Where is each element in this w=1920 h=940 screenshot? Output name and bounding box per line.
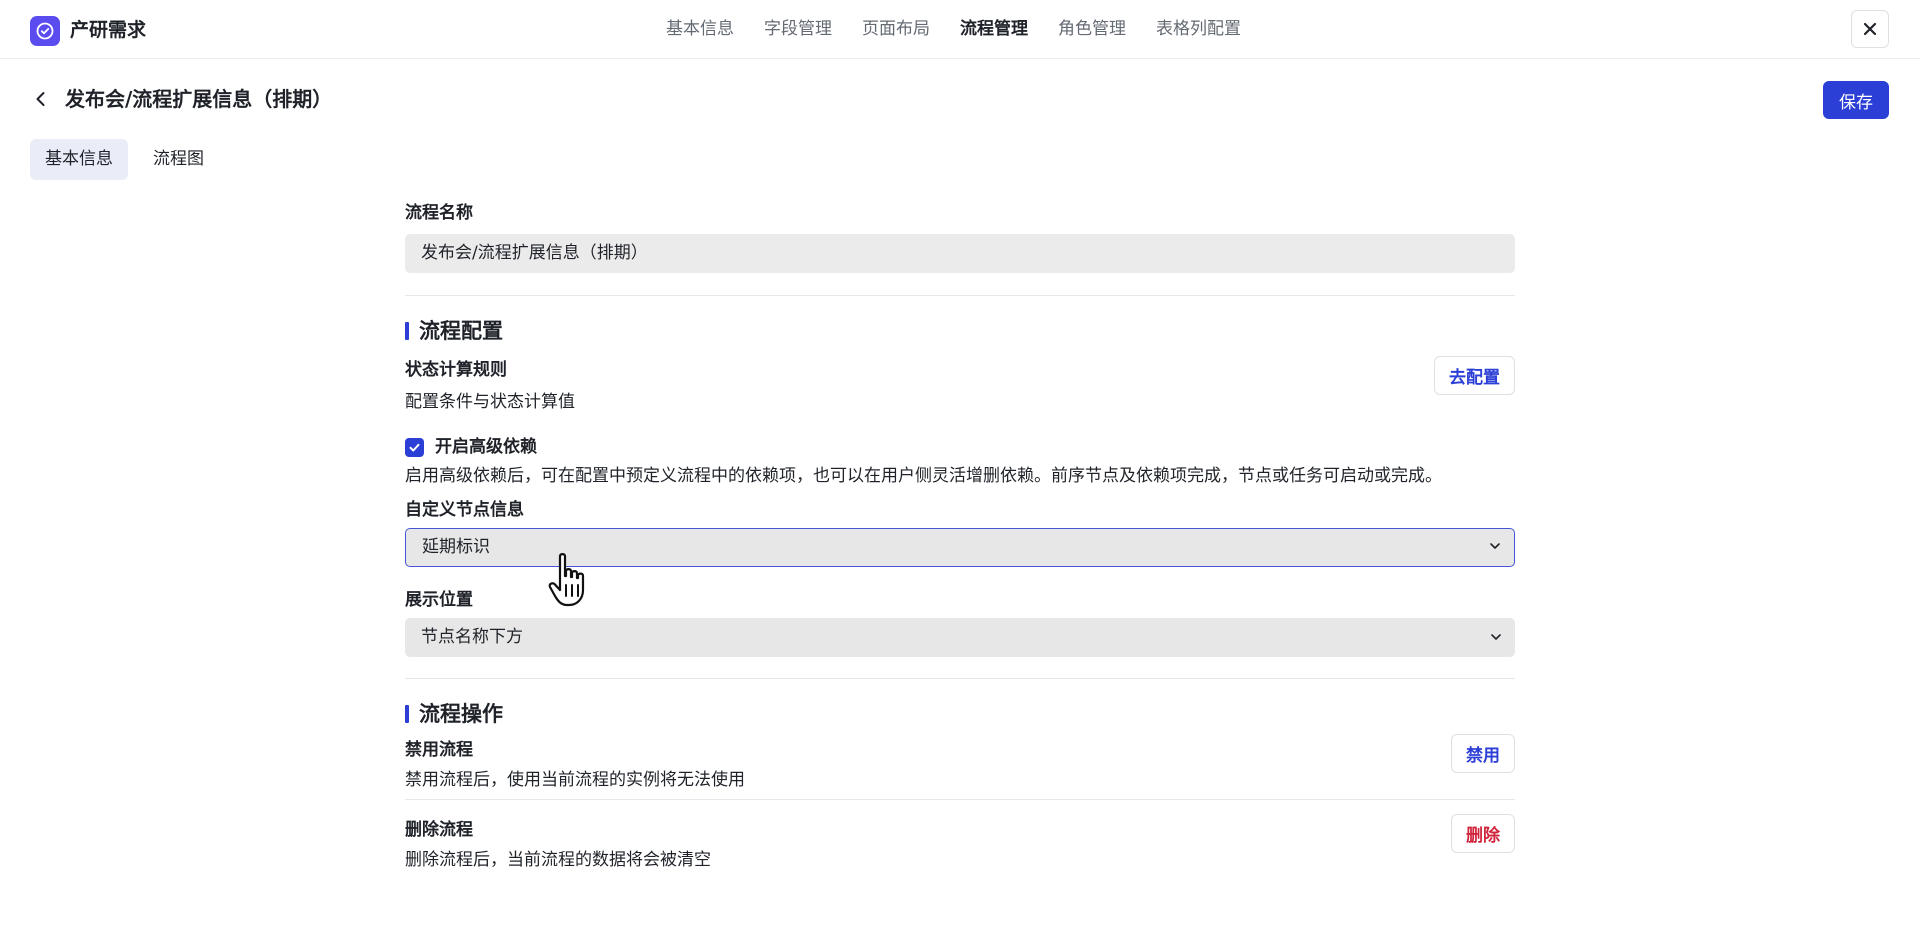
close-button[interactable] bbox=[1851, 10, 1889, 48]
status-rule-title: 状态计算规则 bbox=[405, 360, 507, 380]
display-position-select[interactable]: 节点名称下方 bbox=[405, 618, 1515, 657]
display-position-value: 节点名称下方 bbox=[421, 627, 523, 647]
display-position-label: 展示位置 bbox=[405, 590, 473, 610]
disable-button[interactable]: 禁用 bbox=[1451, 734, 1515, 773]
app-title: 产研需求 bbox=[70, 19, 147, 41]
status-rule-row: 状态计算规则 配置条件与状态计算值 去配置 bbox=[405, 356, 1515, 415]
section-accent-bar bbox=[405, 705, 409, 723]
delete-process-title: 删除流程 bbox=[405, 820, 473, 840]
advanced-dependency-row: 开启高级依赖 bbox=[405, 434, 1515, 460]
page-title: 发布会/流程扩展信息（排期） bbox=[65, 87, 333, 111]
check-circle-icon bbox=[36, 22, 54, 40]
section-accent-bar bbox=[405, 322, 409, 340]
nav-tab-role-management[interactable]: 角色管理 bbox=[1058, 16, 1126, 42]
advanced-dependency-checkbox[interactable] bbox=[405, 437, 424, 457]
delete-process-row: 删除流程 删除流程后，当前流程的数据将会被清空 删除 bbox=[405, 814, 1515, 879]
chevron-down-icon bbox=[1491, 634, 1501, 640]
disable-process-row: 禁用流程 禁用流程后，使用当前流程的实例将无法使用 禁用 bbox=[405, 734, 1515, 799]
checkmark-icon bbox=[409, 443, 420, 451]
divider bbox=[405, 678, 1515, 679]
custom-node-label: 自定义节点信息 bbox=[405, 500, 524, 520]
section-process-operations: 流程操作 bbox=[405, 699, 1515, 729]
top-nav: 基本信息 字段管理 页面布局 流程管理 角色管理 表格列配置 bbox=[666, 16, 1241, 42]
custom-node-value: 延期标识 bbox=[422, 537, 490, 557]
disable-process-desc: 禁用流程后，使用当前流程的实例将无法使用 bbox=[405, 770, 745, 790]
subtab-basic-info[interactable]: 基本信息 bbox=[30, 139, 128, 180]
advanced-dependency-desc: 启用高级依赖后，可在配置中预定义流程中的依赖项，也可以在用户侧灵活增删依赖。前序… bbox=[405, 466, 1442, 486]
status-rule-desc: 配置条件与状态计算值 bbox=[405, 392, 575, 412]
delete-button[interactable]: 删除 bbox=[1451, 814, 1515, 853]
advanced-dependency-label: 开启高级依赖 bbox=[435, 437, 537, 457]
process-name-field: 发布会/流程扩展信息（排期） bbox=[405, 234, 1515, 273]
process-name-label: 流程名称 bbox=[405, 203, 473, 223]
sub-tabs: 基本信息 流程图 bbox=[30, 139, 219, 180]
close-icon bbox=[1863, 22, 1877, 36]
top-bar: 产研需求 基本信息 字段管理 页面布局 流程管理 角色管理 表格列配置 bbox=[0, 0, 1920, 59]
back-arrow-icon[interactable] bbox=[30, 88, 52, 110]
section-title-text: 流程配置 bbox=[419, 319, 503, 343]
nav-tab-page-layout[interactable]: 页面布局 bbox=[862, 16, 930, 42]
divider bbox=[405, 295, 1515, 296]
nav-tab-process-management[interactable]: 流程管理 bbox=[960, 16, 1028, 42]
nav-tab-basic-info[interactable]: 基本信息 bbox=[666, 16, 734, 42]
process-form: 流程名称 发布会/流程扩展信息（排期） 流程配置 状态计算规则 配置条件与状态计… bbox=[405, 200, 1515, 879]
custom-node-select[interactable]: 延期标识 bbox=[405, 528, 1515, 567]
divider bbox=[405, 799, 1515, 800]
section-process-config: 流程配置 bbox=[405, 316, 1515, 346]
section-title-text: 流程操作 bbox=[419, 702, 503, 726]
delete-process-desc: 删除流程后，当前流程的数据将会被清空 bbox=[405, 850, 711, 870]
chevron-down-icon bbox=[1490, 543, 1500, 549]
nav-tab-field-management[interactable]: 字段管理 bbox=[764, 16, 832, 42]
nav-tab-table-column-config[interactable]: 表格列配置 bbox=[1156, 16, 1241, 42]
app-logo bbox=[30, 16, 60, 46]
save-button[interactable]: 保存 bbox=[1823, 81, 1889, 119]
configure-button[interactable]: 去配置 bbox=[1434, 356, 1515, 395]
page-header: 发布会/流程扩展信息（排期） 保存 bbox=[0, 60, 1920, 138]
disable-process-title: 禁用流程 bbox=[405, 740, 473, 760]
subtab-flow-chart[interactable]: 流程图 bbox=[138, 139, 219, 180]
